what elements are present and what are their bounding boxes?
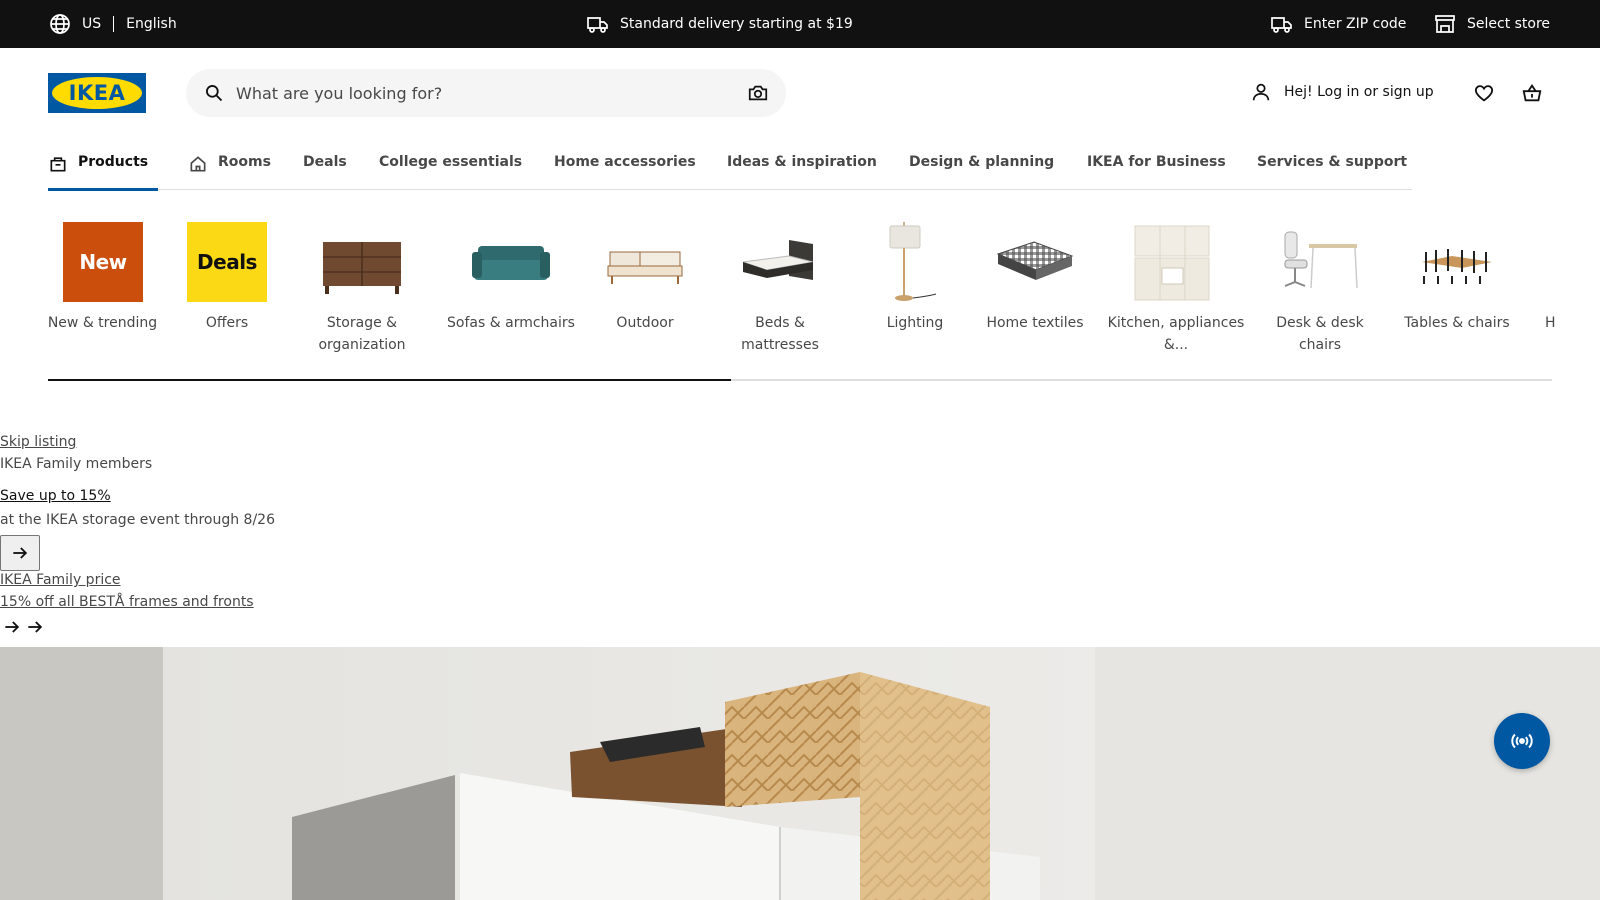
truck-icon [1271, 17, 1292, 33]
dining-set-icon [1422, 249, 1492, 284]
country-label: US [82, 16, 102, 32]
category-label: H [1545, 315, 1556, 331]
shopping-bag-icon [50, 157, 66, 172]
delivery-text: Standard delivery starting at $19 [620, 16, 853, 32]
chat-support-button[interactable] [1494, 713, 1550, 769]
store-icon [1435, 15, 1455, 33]
event-text: at the IKEA storage event through 8/26 [0, 512, 275, 528]
tab-label: Rooms [218, 154, 271, 170]
save-offer-link[interactable]: Save up to 15% [0, 488, 111, 504]
carousel-scrollbar-thumb[interactable] [48, 379, 731, 381]
language-label: English [126, 16, 177, 32]
besta-offer-link[interactable]: 15% off all BESTÅ frames and fronts [0, 594, 254, 610]
tab-deals[interactable]: Deals [303, 146, 347, 190]
tab-college-essentials[interactable]: College essentials [379, 146, 522, 190]
login-label: Hej! Log in or sign up [1284, 84, 1434, 100]
camera-icon[interactable] [747, 82, 769, 104]
logo-text: IKEA [52, 77, 142, 109]
hero-illustration [0, 647, 1600, 900]
category-label: Beds & mattresses [741, 315, 819, 353]
arrow-right-icon [13, 547, 28, 559]
category-label: Outdoor [616, 315, 674, 331]
tab-label: College essentials [379, 154, 523, 170]
globe-icon [50, 14, 70, 34]
category-carousel: New New & trending Deals Offers Storage … [0, 210, 1600, 380]
truck-icon [587, 17, 608, 33]
tab-label: Design & planning [909, 154, 1055, 170]
select-store-button[interactable]: Select store [1433, 0, 1550, 48]
top-bar: US English Standard delivery starting at… [0, 0, 1600, 48]
category-label: Tables & chairs [1404, 315, 1510, 331]
category-thumb: Deals [187, 222, 269, 304]
hero-image[interactable] [0, 647, 1600, 900]
tab-ikea-for-business[interactable]: IKEA for Business [1087, 146, 1226, 190]
tab-label: IKEA for Business [1087, 154, 1226, 170]
sofa-icon [472, 246, 550, 280]
family-members-label: IKEA Family members [0, 456, 153, 472]
zip-code-label: Enter ZIP code [1304, 16, 1407, 32]
category-label: Desk & desk chairs [1276, 315, 1364, 353]
dresser-icon [323, 242, 401, 294]
search-icon[interactable] [204, 83, 224, 103]
new-badge: New [63, 222, 143, 302]
desk-chair-icon [1284, 231, 1358, 289]
locale-divider [113, 16, 115, 32]
bed-icon [742, 240, 814, 280]
locale-selector[interactable]: US English [48, 0, 177, 48]
family-price-link[interactable]: IKEA Family price [0, 572, 121, 588]
tab-home-accessories[interactable]: Home accessories [554, 146, 696, 190]
chat-signal-icon [1511, 733, 1533, 749]
bedding-icon [996, 241, 1074, 280]
category-thumb: New [63, 222, 145, 304]
home-icon [190, 156, 206, 172]
tab-ideas-inspiration[interactable]: Ideas & inspiration [727, 146, 877, 190]
category-label: Kitchen, appliances &... [1107, 315, 1245, 353]
category-label: Home textiles [986, 315, 1084, 331]
deals-badge: Deals [187, 222, 267, 302]
login-button[interactable]: Hej! Log in or sign up [1250, 80, 1434, 104]
delivery-info[interactable]: Standard delivery starting at $19 [586, 0, 853, 48]
heart-icon[interactable] [1473, 82, 1495, 104]
arrow-right-icon[interactable] [2, 617, 22, 637]
outdoor-sofa-icon [607, 251, 683, 284]
lamp-icon [889, 222, 937, 301]
category-label: Storage & organization [318, 315, 406, 353]
tab-rooms[interactable]: Rooms [188, 146, 271, 190]
search-input[interactable] [234, 69, 714, 117]
tab-label: Products [78, 154, 149, 170]
tab-services-support[interactable]: Services & support [1257, 146, 1407, 190]
category-label: Offers [205, 315, 249, 331]
promo-arrow-button[interactable] [0, 535, 40, 571]
user-icon [1252, 83, 1270, 101]
tab-label: Ideas & inspiration [727, 154, 877, 170]
tab-label: Deals [303, 154, 347, 170]
arrow-right-icon[interactable] [25, 617, 45, 637]
select-store-label: Select store [1467, 16, 1551, 32]
tab-label: Services & support [1257, 154, 1408, 170]
tab-label: Home accessories [554, 154, 696, 170]
main-navigation: Products Rooms Deals College essentials … [48, 146, 1412, 191]
tab-products[interactable]: Products [48, 146, 158, 191]
zip-code-button[interactable]: Enter ZIP code [1270, 0, 1406, 48]
tab-design-planning[interactable]: Design & planning [909, 146, 1054, 190]
shopping-bag-icon[interactable] [1521, 82, 1543, 104]
ikea-logo[interactable]: IKEA [48, 73, 146, 113]
skip-listing-link[interactable]: Skip listing [0, 434, 76, 450]
kitchen-icon [1134, 225, 1210, 301]
search-bar [186, 69, 786, 117]
